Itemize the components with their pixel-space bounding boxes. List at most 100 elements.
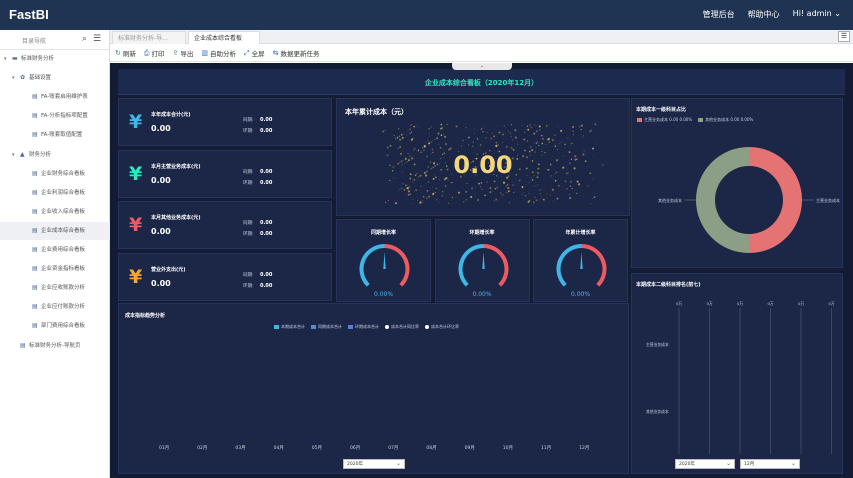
dashboard-title: 企业成本综合看板（2020年12月）	[424, 79, 539, 87]
donut-label-main: 主营业务成本	[816, 197, 840, 203]
sidebar-item[interactable]: ▤ 企业应收账款分析	[0, 279, 110, 297]
sidebar-item-label: FA-账套取值配置	[41, 132, 83, 139]
kpi-yoy-label: 同期:	[243, 169, 254, 175]
sidebar-item-label: 部门费用综合看板	[41, 323, 86, 330]
trend-year-select[interactable]: 2020年 ⌄	[343, 459, 405, 469]
trend-legend-item[interactable]: 本期成本合计	[274, 324, 305, 330]
sidebar-item[interactable]: ▤ FA-账套取值配置	[0, 126, 110, 144]
top-bar: FastBI 管理后台 帮助中心 Hi! admin ⌄	[0, 0, 853, 30]
sidebar-item[interactable]: ▤ 标准财务分析-导航页	[0, 337, 110, 355]
main-area: 标准财务分析-导... 企业成本综合看板 ☰ ↻ 刷新 ⎙ 打印 ⇪ 导出 ▥ 自助分析 ⤢ 全屏…	[110, 30, 853, 478]
toolbar-button[interactable]: ⎙ 打印	[144, 48, 165, 59]
x-axis-label: 07月	[388, 446, 399, 451]
trend-title: 成本指标趋势分析	[125, 313, 166, 319]
toolbar-button[interactable]: ⤢ 全屏	[243, 48, 265, 59]
collapse-handle[interactable]: ⌄	[452, 63, 512, 70]
toolbar-button[interactable]: ⇆ 数据更新任务	[273, 48, 320, 58]
trend-legend-item[interactable]: 成本合计同比率	[385, 324, 419, 330]
toolbar-icon: ⤢	[243, 48, 250, 57]
sidebar-item[interactable]: ▤ 部门费用综合看板	[0, 317, 110, 335]
sidebar-item[interactable]: ▤ 企业利润综合看板	[0, 184, 110, 202]
trend-legend-item[interactable]: 环期成本合计	[348, 324, 379, 330]
tab-cost-dashboard[interactable]: 企业成本综合看板	[188, 31, 260, 44]
toolbar: ↻ 刷新 ⎙ 打印 ⇪ 导出 ▥ 自助分析 ⤢ 全屏 ⇆ 数据更新任务	[110, 45, 853, 62]
toolbar-label: 数据更新任务	[280, 50, 320, 58]
sidebar-item[interactable]: ▤ 企业费用综合看板	[0, 241, 110, 259]
kpi-name: 营业外支出(元)	[151, 266, 186, 273]
sidebar-item-label: 企业应付账款分析	[41, 304, 86, 311]
gauge-panel: 环期增长率 0.00%	[434, 219, 530, 302]
sidebar-item-label: 企业利润综合看板	[41, 189, 86, 196]
sidebar-item-label: 企业应收账款分析	[41, 285, 86, 292]
folder-icon: ▬	[12, 55, 18, 62]
chevron-down-icon[interactable]: ▾	[4, 50, 7, 68]
sidebar-header: 目录导航 ⌕ ☰	[0, 30, 109, 50]
tab-standard-finance[interactable]: 标准财务分析-导...	[112, 31, 186, 44]
gauge-value: 0.00%	[472, 291, 492, 298]
x-axis-label: 01月	[159, 446, 170, 451]
search-icon[interactable]: ⌕	[82, 34, 87, 44]
sidebar-item[interactable]: ▤ 企业财务综合看板	[0, 165, 110, 183]
dashboard: ⌄ 企业成本综合看板（2020年12月） 本年累计成本（元） 0.00 本期成本…	[110, 63, 853, 478]
sidebar: 目录导航 ⌕ ☰ ▾ ▬ 标准财务分析 ▾ ✿ 基础设置 ▤ FA-账套启用维护表 ▤ FA-分析…	[0, 30, 110, 478]
x-axis-label: 11月	[541, 446, 552, 451]
toolbar-label: 打印	[151, 50, 165, 58]
folder-icon: ▤	[20, 341, 26, 349]
kpi-yoy-value: 0.00	[260, 271, 273, 278]
sidebar-item[interactable]: ▤ 企业收入综合看板	[0, 203, 110, 221]
user-menu[interactable]: Hi! admin ⌄	[793, 9, 841, 20]
brand-logo: FastBI	[9, 7, 49, 22]
x-axis-label: 03月	[235, 446, 246, 451]
sidebar-item[interactable]: ▾ ✿ 基础设置	[0, 69, 110, 87]
tab-bar: 标准财务分析-导... 企业成本综合看板 ☰	[110, 30, 853, 44]
chevron-down-icon[interactable]: ▾	[12, 69, 15, 87]
collapse-menu-icon[interactable]: ☰	[93, 34, 101, 44]
sidebar-item[interactable]: ▤ 企业成本综合看板	[0, 221, 110, 240]
report-icon: ▤	[32, 246, 38, 253]
sidebar-item[interactable]: ▾ ▲ 财务分析	[0, 146, 110, 164]
rank-axis-tick: 0万	[706, 301, 713, 306]
gauge-panel: 同期增长率 0.00%	[336, 219, 431, 302]
kpi-yoy-value: 0.00	[260, 168, 273, 175]
report-icon: ▤	[32, 207, 38, 215]
tab-menu-icon[interactable]: ☰	[838, 31, 850, 42]
rank-axis-tick: 0万	[676, 301, 683, 306]
report-icon: ▤	[32, 284, 38, 292]
toolbar-icon: ⇆	[272, 49, 279, 57]
nav-admin-link[interactable]: 管理后台	[703, 9, 735, 20]
x-axis-label: 09月	[464, 446, 475, 451]
sidebar-item[interactable]: ▤ FA-分析指标项配置	[0, 107, 110, 125]
trend-legend-item[interactable]: 同期成本合计	[311, 324, 342, 330]
trend-legend: 本期成本合计 同期成本合计 环期成本合计 成本合计同比率 成本合计环比率	[274, 324, 459, 330]
toolbar-button[interactable]: ⇪ 导出	[172, 48, 193, 58]
x-axis-label: 10月	[502, 446, 514, 451]
x-axis-label: 02月	[197, 446, 208, 451]
sidebar-item-label: 企业收入综合看板	[41, 208, 86, 215]
toolbar-button[interactable]: ▥ 自助分析	[201, 48, 236, 58]
yen-icon: ¥	[129, 214, 143, 236]
x-axis-label: 04月	[273, 446, 284, 451]
rank-axis-tick: 0万	[737, 301, 744, 306]
toolbar-icon: ⇪	[172, 49, 179, 57]
yen-icon: ¥	[129, 265, 143, 288]
sidebar-item[interactable]: ▤ FA-账套启用维护表	[0, 88, 110, 106]
pie-panel: 本期成本一级科目占比 主营业务成本 0.00 0.00% 其他业务成本 0.00…	[631, 98, 843, 268]
sidebar-item[interactable]: ▤ 企业应付账款分析	[0, 298, 110, 316]
kpi-mom-value: 0.00	[260, 282, 273, 289]
chevron-down-icon[interactable]: ▾	[12, 146, 15, 164]
kpi-mom-label: 环期:	[243, 129, 254, 134]
trend-legend-item[interactable]: 成本合计环比率	[425, 324, 459, 330]
sidebar-item-label: 标准财务分析-导航页	[29, 342, 81, 349]
sidebar-item-label: 企业成本综合看板	[41, 227, 86, 234]
toolbar-button[interactable]: ↻ 刷新	[115, 48, 136, 58]
username: admin	[806, 9, 832, 18]
sidebar-item[interactable]: ▾ ▬ 标准财务分析	[0, 50, 110, 68]
kpi-card: ¥ 营业外支出(元) 0.00 同期: 0.00 环期: 0.00	[118, 252, 332, 301]
rank-panel: 本期成本二级科目排名(前七) 2020年 ⌄ 12月 ⌄ 0万 0万 0万 0万 0万 0万主…	[631, 273, 843, 474]
donut-slice-main	[749, 147, 802, 253]
sidebar-item[interactable]: ▤ 企业资金指标看板	[0, 260, 110, 278]
toolbar-icon: ▥	[201, 49, 208, 57]
gauge-panel: 年累计增长率 0.00%	[533, 219, 628, 302]
nav-help-link[interactable]: 帮助中心	[748, 9, 780, 20]
report-icon: ▤	[32, 131, 38, 139]
